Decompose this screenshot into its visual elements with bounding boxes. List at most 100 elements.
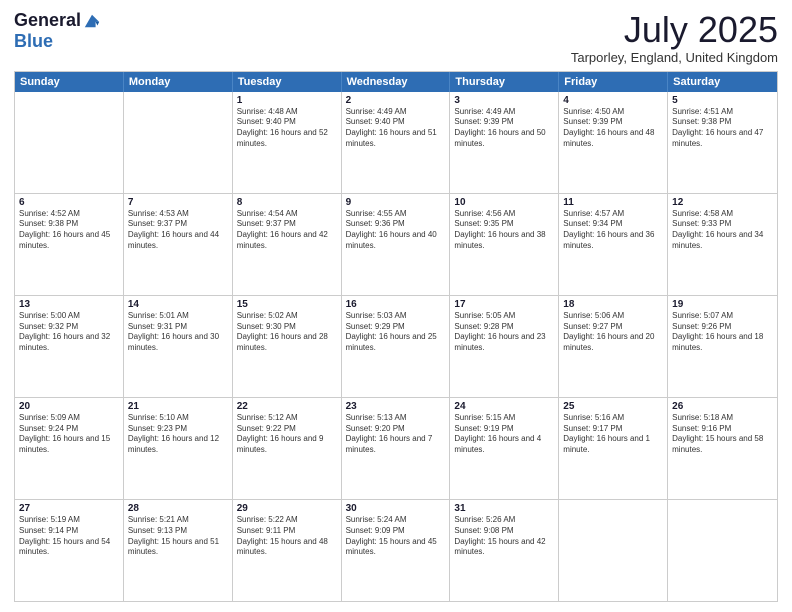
- cell-info: Sunrise: 4:49 AM Sunset: 9:39 PM Dayligh…: [454, 107, 554, 150]
- header-thursday: Thursday: [450, 72, 559, 92]
- cell-info: Sunrise: 4:48 AM Sunset: 9:40 PM Dayligh…: [237, 107, 337, 150]
- cell-info: Sunrise: 4:57 AM Sunset: 9:34 PM Dayligh…: [563, 209, 663, 252]
- calendar: Sunday Monday Tuesday Wednesday Thursday…: [14, 71, 778, 602]
- cal-cell-1-3: 9Sunrise: 4:55 AM Sunset: 9:36 PM Daylig…: [342, 194, 451, 295]
- cal-cell-4-3: 30Sunrise: 5:24 AM Sunset: 9:09 PM Dayli…: [342, 500, 451, 601]
- cell-info: Sunrise: 5:16 AM Sunset: 9:17 PM Dayligh…: [563, 413, 663, 456]
- cal-cell-2-0: 13Sunrise: 5:00 AM Sunset: 9:32 PM Dayli…: [15, 296, 124, 397]
- day-number: 30: [346, 503, 446, 514]
- day-number: 18: [563, 299, 663, 310]
- cal-cell-3-6: 26Sunrise: 5:18 AM Sunset: 9:16 PM Dayli…: [668, 398, 777, 499]
- cell-info: Sunrise: 4:56 AM Sunset: 9:35 PM Dayligh…: [454, 209, 554, 252]
- day-number: 2: [346, 95, 446, 106]
- day-number: 24: [454, 401, 554, 412]
- header-saturday: Saturday: [668, 72, 777, 92]
- day-number: 5: [672, 95, 773, 106]
- cell-info: Sunrise: 5:03 AM Sunset: 9:29 PM Dayligh…: [346, 311, 446, 354]
- cell-info: Sunrise: 5:09 AM Sunset: 9:24 PM Dayligh…: [19, 413, 119, 456]
- month-title: July 2025: [571, 10, 778, 50]
- header-friday: Friday: [559, 72, 668, 92]
- cal-cell-1-0: 6Sunrise: 4:52 AM Sunset: 9:38 PM Daylig…: [15, 194, 124, 295]
- cell-info: Sunrise: 4:53 AM Sunset: 9:37 PM Dayligh…: [128, 209, 228, 252]
- day-number: 31: [454, 503, 554, 514]
- cal-cell-4-2: 29Sunrise: 5:22 AM Sunset: 9:11 PM Dayli…: [233, 500, 342, 601]
- cal-cell-1-5: 11Sunrise: 4:57 AM Sunset: 9:34 PM Dayli…: [559, 194, 668, 295]
- page: General Blue July 2025 Tarporley, Englan…: [0, 0, 792, 612]
- cell-info: Sunrise: 5:15 AM Sunset: 9:19 PM Dayligh…: [454, 413, 554, 456]
- day-number: 13: [19, 299, 119, 310]
- cal-cell-0-6: 5Sunrise: 4:51 AM Sunset: 9:38 PM Daylig…: [668, 92, 777, 193]
- cell-info: Sunrise: 4:54 AM Sunset: 9:37 PM Dayligh…: [237, 209, 337, 252]
- cell-info: Sunrise: 4:52 AM Sunset: 9:38 PM Dayligh…: [19, 209, 119, 252]
- calendar-row-2: 13Sunrise: 5:00 AM Sunset: 9:32 PM Dayli…: [15, 295, 777, 397]
- cell-info: Sunrise: 5:19 AM Sunset: 9:14 PM Dayligh…: [19, 515, 119, 558]
- cell-info: Sunrise: 4:58 AM Sunset: 9:33 PM Dayligh…: [672, 209, 773, 252]
- day-number: 26: [672, 401, 773, 412]
- cal-cell-3-5: 25Sunrise: 5:16 AM Sunset: 9:17 PM Dayli…: [559, 398, 668, 499]
- day-number: 1: [237, 95, 337, 106]
- cal-cell-1-2: 8Sunrise: 4:54 AM Sunset: 9:37 PM Daylig…: [233, 194, 342, 295]
- cal-cell-4-1: 28Sunrise: 5:21 AM Sunset: 9:13 PM Dayli…: [124, 500, 233, 601]
- logo-icon: [83, 12, 101, 30]
- header-sunday: Sunday: [15, 72, 124, 92]
- cal-cell-2-1: 14Sunrise: 5:01 AM Sunset: 9:31 PM Dayli…: [124, 296, 233, 397]
- logo-general-text: General: [14, 10, 81, 31]
- cell-info: Sunrise: 5:13 AM Sunset: 9:20 PM Dayligh…: [346, 413, 446, 456]
- day-number: 25: [563, 401, 663, 412]
- calendar-header: Sunday Monday Tuesday Wednesday Thursday…: [15, 72, 777, 92]
- logo: General Blue: [14, 10, 101, 52]
- day-number: 8: [237, 197, 337, 208]
- day-number: 10: [454, 197, 554, 208]
- day-number: 11: [563, 197, 663, 208]
- cell-info: Sunrise: 5:10 AM Sunset: 9:23 PM Dayligh…: [128, 413, 228, 456]
- cell-info: Sunrise: 5:05 AM Sunset: 9:28 PM Dayligh…: [454, 311, 554, 354]
- cal-cell-3-1: 21Sunrise: 5:10 AM Sunset: 9:23 PM Dayli…: [124, 398, 233, 499]
- cell-info: Sunrise: 5:01 AM Sunset: 9:31 PM Dayligh…: [128, 311, 228, 354]
- day-number: 17: [454, 299, 554, 310]
- cal-cell-3-2: 22Sunrise: 5:12 AM Sunset: 9:22 PM Dayli…: [233, 398, 342, 499]
- cell-info: Sunrise: 5:07 AM Sunset: 9:26 PM Dayligh…: [672, 311, 773, 354]
- cal-cell-4-5: [559, 500, 668, 601]
- calendar-row-0: 1Sunrise: 4:48 AM Sunset: 9:40 PM Daylig…: [15, 92, 777, 193]
- logo-blue-text: Blue: [14, 31, 53, 52]
- cal-cell-0-5: 4Sunrise: 4:50 AM Sunset: 9:39 PM Daylig…: [559, 92, 668, 193]
- cal-cell-0-1: [124, 92, 233, 193]
- cell-info: Sunrise: 5:00 AM Sunset: 9:32 PM Dayligh…: [19, 311, 119, 354]
- title-block: July 2025 Tarporley, England, United Kin…: [571, 10, 778, 65]
- calendar-row-4: 27Sunrise: 5:19 AM Sunset: 9:14 PM Dayli…: [15, 499, 777, 601]
- cell-info: Sunrise: 5:26 AM Sunset: 9:08 PM Dayligh…: [454, 515, 554, 558]
- cal-cell-1-1: 7Sunrise: 4:53 AM Sunset: 9:37 PM Daylig…: [124, 194, 233, 295]
- cell-info: Sunrise: 4:50 AM Sunset: 9:39 PM Dayligh…: [563, 107, 663, 150]
- cal-cell-0-3: 2Sunrise: 4:49 AM Sunset: 9:40 PM Daylig…: [342, 92, 451, 193]
- day-number: 3: [454, 95, 554, 106]
- cell-info: Sunrise: 5:21 AM Sunset: 9:13 PM Dayligh…: [128, 515, 228, 558]
- subtitle: Tarporley, England, United Kingdom: [571, 50, 778, 65]
- day-number: 23: [346, 401, 446, 412]
- day-number: 16: [346, 299, 446, 310]
- day-number: 21: [128, 401, 228, 412]
- header-monday: Monday: [124, 72, 233, 92]
- cell-info: Sunrise: 5:18 AM Sunset: 9:16 PM Dayligh…: [672, 413, 773, 456]
- cal-cell-0-0: [15, 92, 124, 193]
- day-number: 7: [128, 197, 228, 208]
- cell-info: Sunrise: 5:02 AM Sunset: 9:30 PM Dayligh…: [237, 311, 337, 354]
- day-number: 6: [19, 197, 119, 208]
- cal-cell-2-2: 15Sunrise: 5:02 AM Sunset: 9:30 PM Dayli…: [233, 296, 342, 397]
- cal-cell-0-4: 3Sunrise: 4:49 AM Sunset: 9:39 PM Daylig…: [450, 92, 559, 193]
- cal-cell-2-4: 17Sunrise: 5:05 AM Sunset: 9:28 PM Dayli…: [450, 296, 559, 397]
- cal-cell-4-0: 27Sunrise: 5:19 AM Sunset: 9:14 PM Dayli…: [15, 500, 124, 601]
- cal-cell-3-3: 23Sunrise: 5:13 AM Sunset: 9:20 PM Dayli…: [342, 398, 451, 499]
- cal-cell-2-3: 16Sunrise: 5:03 AM Sunset: 9:29 PM Dayli…: [342, 296, 451, 397]
- cell-info: Sunrise: 5:06 AM Sunset: 9:27 PM Dayligh…: [563, 311, 663, 354]
- day-number: 19: [672, 299, 773, 310]
- day-number: 14: [128, 299, 228, 310]
- calendar-row-1: 6Sunrise: 4:52 AM Sunset: 9:38 PM Daylig…: [15, 193, 777, 295]
- cal-cell-1-4: 10Sunrise: 4:56 AM Sunset: 9:35 PM Dayli…: [450, 194, 559, 295]
- cal-cell-4-4: 31Sunrise: 5:26 AM Sunset: 9:08 PM Dayli…: [450, 500, 559, 601]
- cell-info: Sunrise: 5:24 AM Sunset: 9:09 PM Dayligh…: [346, 515, 446, 558]
- header: General Blue July 2025 Tarporley, Englan…: [14, 10, 778, 65]
- day-number: 12: [672, 197, 773, 208]
- cal-cell-2-6: 19Sunrise: 5:07 AM Sunset: 9:26 PM Dayli…: [668, 296, 777, 397]
- calendar-row-3: 20Sunrise: 5:09 AM Sunset: 9:24 PM Dayli…: [15, 397, 777, 499]
- cell-info: Sunrise: 5:22 AM Sunset: 9:11 PM Dayligh…: [237, 515, 337, 558]
